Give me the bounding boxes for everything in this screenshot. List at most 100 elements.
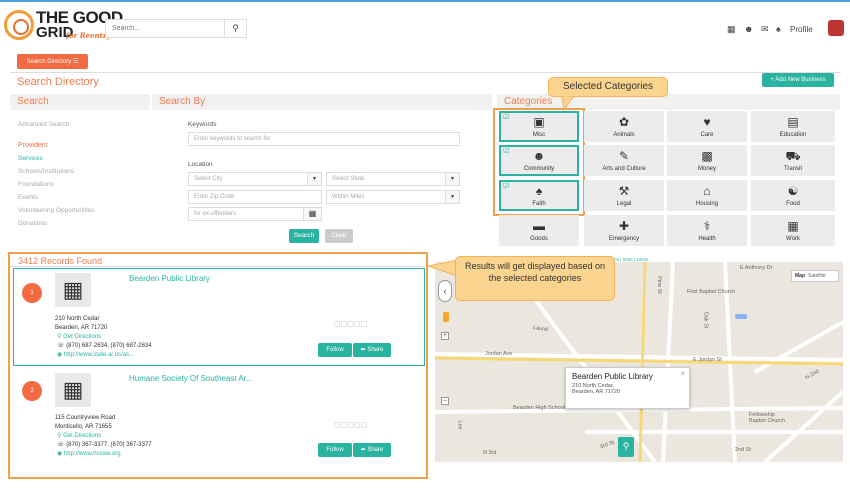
category-food[interactable]: ☯ Food — [751, 180, 835, 211]
map-marker-icon: ⚲ — [57, 433, 62, 439]
street-view-pegman-icon[interactable] — [443, 312, 449, 322]
popup-title: Bearden Public Library — [572, 372, 653, 381]
category-legal[interactable]: ⚒ Legal — [584, 180, 664, 211]
events-link[interactable]: Events — [18, 194, 38, 201]
map-button[interactable]: Map — [792, 273, 808, 279]
result-name[interactable]: Bearden Public Library — [129, 274, 210, 283]
state-select-value: Select State — [332, 176, 365, 182]
rating-stars[interactable]: ▢▢▢▢▢ — [334, 320, 367, 328]
share-button[interactable]: ➦ Share — [353, 443, 391, 457]
page-title: Search Directory — [17, 76, 99, 88]
location-label: Location — [188, 161, 213, 168]
city-select[interactable]: Select City ▼ — [188, 172, 322, 186]
advanced-search-link[interactable]: Advanced Search — [18, 121, 69, 128]
result-phone-text: (870) 687-2634, (870) 687-2634 — [66, 343, 152, 349]
category-faith[interactable]: ☑ ♠ Faith — [499, 180, 579, 211]
global-search-input[interactable] — [106, 20, 220, 37]
within-miles-select[interactable]: Within Miles ▼ — [326, 190, 460, 204]
category-community[interactable]: ☑ ☻ Community — [499, 145, 579, 176]
services-link[interactable]: Services — [18, 155, 43, 162]
category-health[interactable]: ⚕ Health — [667, 215, 747, 246]
poi-label: Bearden High School — [513, 405, 565, 411]
bell-icon[interactable]: ♠ — [776, 24, 781, 34]
search-directory-button[interactable]: Search Directory ☰ — [17, 54, 88, 69]
gavel-icon: ⚒ — [618, 184, 630, 198]
foundations-link[interactable]: Foundations — [18, 181, 54, 188]
category-arts[interactable]: ✎ Arts and Culture — [584, 145, 664, 176]
result-name[interactable]: Humane Society Of Southeast Ar... — [129, 374, 253, 383]
category-label: Goods — [530, 236, 548, 242]
street-label: Lee — [456, 420, 463, 430]
share-label: Share — [367, 347, 384, 353]
logo-icon[interactable] — [4, 10, 34, 40]
add-business-label: + Add New Business — [770, 77, 826, 83]
grid-icon[interactable]: ▦ — [727, 24, 736, 35]
category-transit[interactable]: ⛟ Transit — [751, 145, 835, 176]
category-education[interactable]: ▤ Education — [751, 111, 835, 142]
category-misc[interactable]: ☑ ▣ Misc — [499, 111, 579, 142]
rating-stars[interactable]: ▢▢▢▢▢ — [334, 421, 367, 429]
category-emergency[interactable]: ✚ Emergency — [584, 215, 664, 246]
category-money[interactable]: ▩ Money — [667, 145, 747, 176]
avatar[interactable] — [828, 20, 844, 36]
street-label: E Anthony Dr — [740, 265, 773, 271]
records-count: 3412 Records Found — [18, 256, 103, 266]
get-directions-link[interactable]: ⚲ Get Directions — [57, 333, 101, 341]
category-work[interactable]: ▦ Work — [751, 215, 835, 246]
follow-button[interactable]: Follow — [318, 343, 352, 357]
ex-offenders-input[interactable]: for ex-offenders ▦ — [188, 207, 322, 221]
search-directory-label: Search Directory — [26, 58, 72, 65]
donations-link[interactable]: Donations — [18, 220, 47, 227]
volunteering-link[interactable]: Volunteering Opportunities — [18, 207, 95, 214]
chevron-down-icon: ▼ — [445, 173, 459, 185]
divider — [10, 266, 426, 267]
cutlery-icon: ☯ — [787, 184, 799, 198]
clear-button[interactable]: Clear — [325, 229, 353, 243]
category-label: Care — [700, 132, 714, 138]
envelope-icon[interactable]: ✉ — [761, 24, 769, 35]
globe-icon: ◉ — [57, 451, 63, 457]
category-care[interactable]: ♥ Care — [667, 111, 747, 142]
category-goods[interactable]: ▬ Goods — [499, 215, 579, 246]
add-business-button[interactable]: + Add New Business — [762, 73, 834, 87]
zoom-in-button[interactable]: + — [441, 332, 449, 340]
schools-link[interactable]: Schools/Institutions — [18, 168, 74, 175]
street-label: Jordan Ave — [485, 351, 513, 357]
grid-icon[interactable]: ▦ — [303, 208, 321, 220]
ambulance-icon: ✚ — [618, 219, 630, 233]
result-city: Monticello, AR 71655 — [55, 424, 112, 430]
get-directions-label: Get Directions — [63, 334, 102, 340]
users-icon[interactable]: ☻ — [744, 24, 753, 34]
category-label: Housing — [695, 201, 718, 207]
result-url-link[interactable]: ◉ http://www.state.ar.us/as... — [57, 351, 134, 359]
profile-link[interactable]: Profile — [790, 25, 813, 34]
phone-icon: ☏ — [57, 442, 65, 448]
category-animals[interactable]: ✿ Animals — [584, 111, 664, 142]
result-city: Bearden, AR 71720 — [55, 325, 108, 331]
result-phone: ☏ (870) 687-2634, (870) 687-2634 — [57, 342, 152, 350]
search-button[interactable]: Search — [289, 229, 319, 243]
home-icon: ⌂ — [703, 184, 711, 198]
follow-button[interactable]: Follow — [318, 443, 352, 457]
category-label: Legal — [616, 201, 632, 207]
get-directions-link[interactable]: ⚲ Get Directions — [57, 432, 101, 440]
result-index-badge: 2 — [22, 381, 42, 401]
category-label: Education — [779, 132, 807, 138]
map-pan-control[interactable]: ‹ — [438, 280, 452, 302]
keywords-input[interactable]: Enter keywords to search for — [188, 132, 460, 146]
map-marker-icon[interactable]: ⚲ — [618, 437, 634, 457]
check-icon: ☑ — [503, 183, 510, 190]
share-button[interactable]: ➦ Share — [353, 343, 391, 357]
zoom-out-button[interactable]: – — [441, 397, 449, 405]
zip-input[interactable]: Enter Zip Code — [188, 190, 322, 204]
result-url-link[interactable]: ◉ http://www.hsswa.org — [57, 450, 121, 458]
category-housing[interactable]: ⌂ Housing — [667, 180, 747, 211]
search-icon[interactable]: ⚲ — [224, 20, 246, 37]
street-label: N 3rd — [483, 450, 497, 456]
providers-link[interactable]: Providers — [18, 142, 48, 149]
category-label: Health — [698, 236, 716, 242]
ex-offenders-placeholder: for ex-offenders — [194, 211, 236, 217]
close-icon[interactable]: × — [680, 369, 685, 378]
satellite-button[interactable]: Satellite — [808, 273, 826, 279]
state-select[interactable]: Select State ▼ — [326, 172, 460, 186]
